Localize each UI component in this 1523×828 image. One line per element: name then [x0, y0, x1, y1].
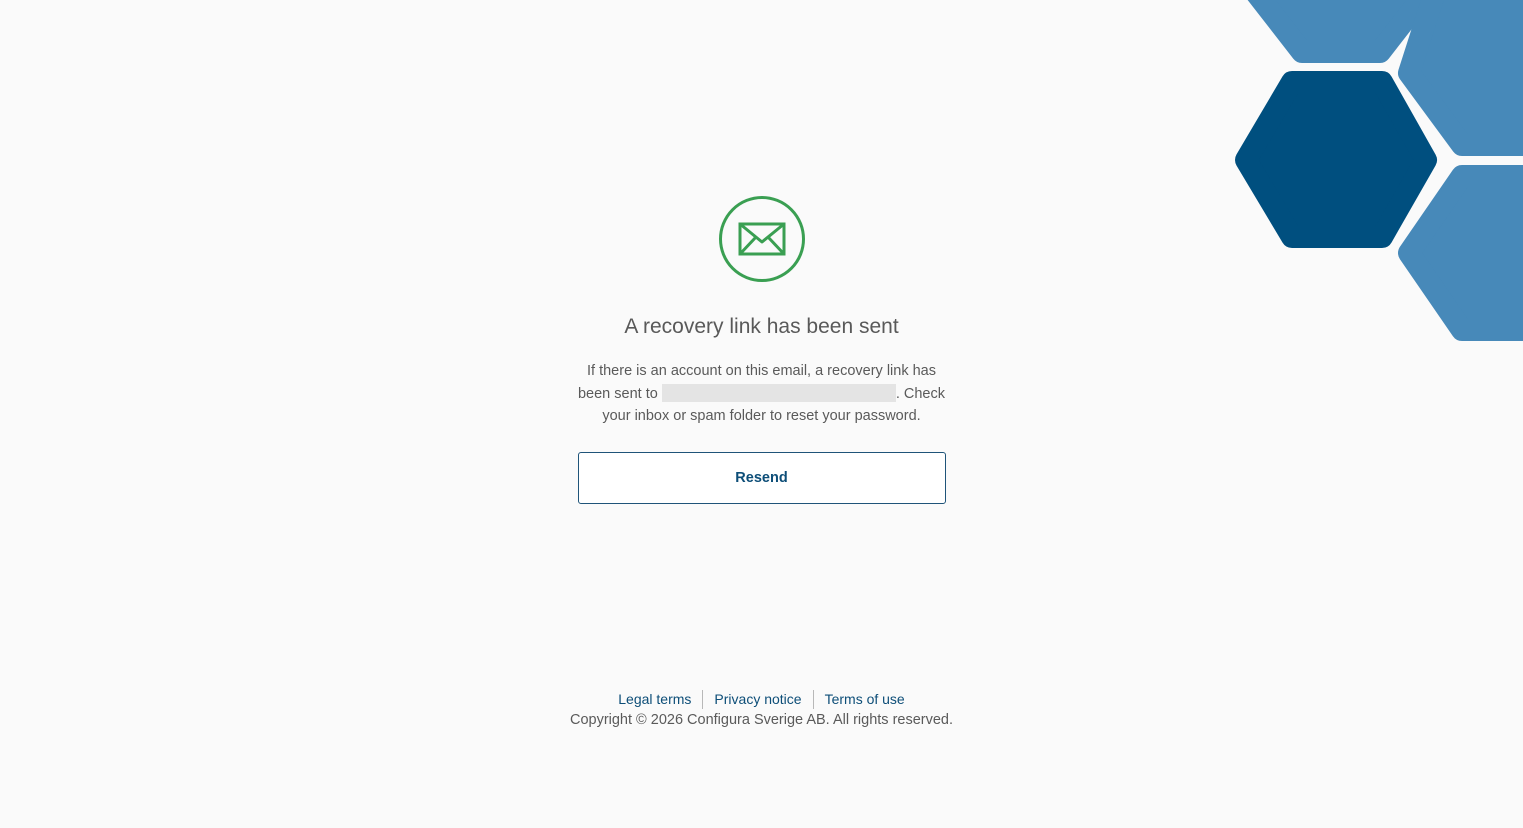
privacy-notice-link[interactable]: Privacy notice	[703, 689, 812, 709]
recovery-page: A recovery link has been sent If there i…	[0, 0, 1523, 828]
copyright-text: Copyright © 2026 Configura Sverige AB. A…	[569, 712, 954, 728]
recovery-panel: A recovery link has been sent If there i…	[0, 196, 1523, 504]
redacted-email	[661, 383, 896, 402]
hexagon-right-top	[1398, 0, 1523, 156]
footer: Legal terms Privacy notice Terms of use …	[0, 689, 1523, 730]
legal-terms-link[interactable]: Legal terms	[607, 689, 702, 709]
mail-badge	[718, 196, 805, 282]
footer-links: Legal terms Privacy notice Terms of use	[0, 689, 1523, 709]
resend-button[interactable]: Resend	[577, 451, 946, 504]
terms-of-use-link[interactable]: Terms of use	[814, 689, 916, 709]
recovery-message: If there is an account on this email, a …	[572, 360, 952, 428]
page-title: A recovery link has been sent	[624, 315, 899, 338]
envelope-icon	[738, 222, 785, 256]
